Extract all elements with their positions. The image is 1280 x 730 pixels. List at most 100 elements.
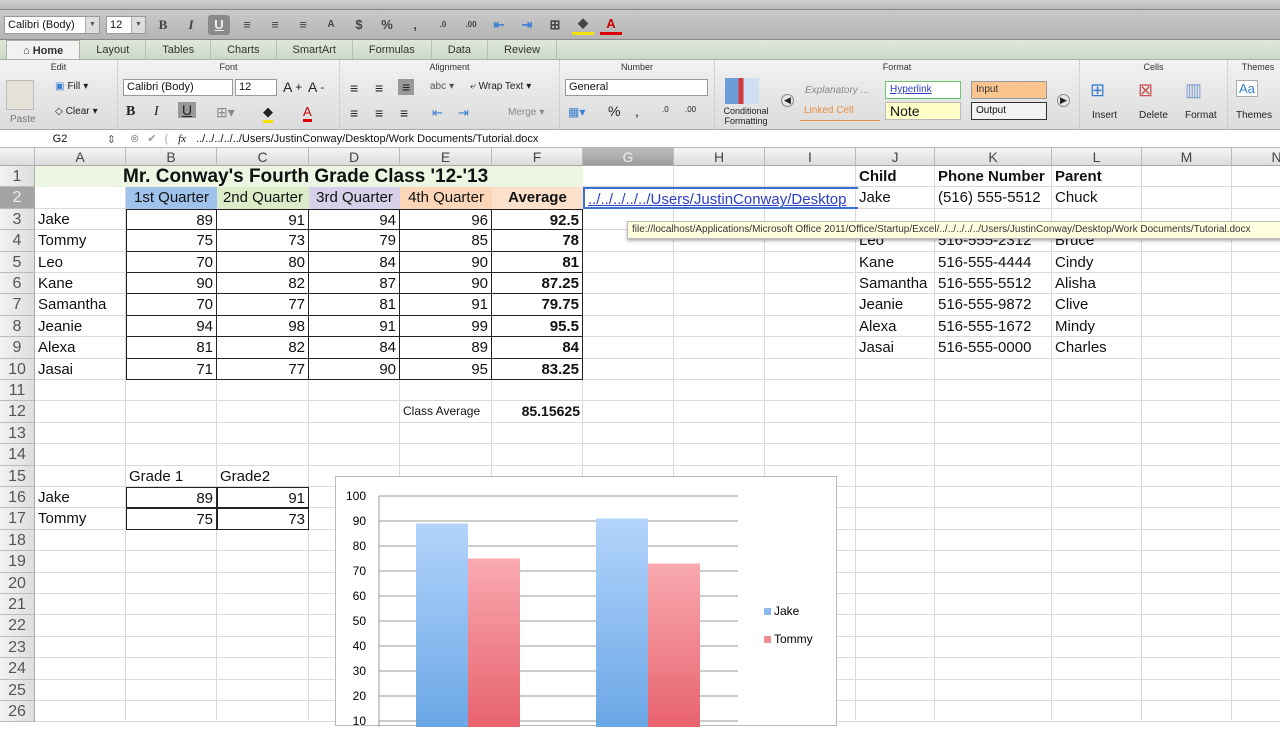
- row-header-24[interactable]: 24: [0, 658, 35, 680]
- insert-button[interactable]: Insert: [1092, 110, 1117, 121]
- fill-color-icon[interactable]: ◆: [263, 104, 273, 123]
- increase-decimal-icon[interactable]: .0: [662, 105, 669, 114]
- contact-child[interactable]: Samantha: [856, 273, 935, 294]
- contact-parent[interactable]: Clive: [1052, 294, 1142, 315]
- accounting-format-icon[interactable]: ▦▾: [568, 105, 585, 119]
- grade-cell[interactable]: 90: [400, 273, 492, 295]
- student-name[interactable]: Kane: [35, 273, 126, 294]
- grade-cell[interactable]: 82: [217, 273, 309, 295]
- ribbon-bold-button[interactable]: B: [126, 104, 135, 120]
- grade-cell[interactable]: 77: [217, 358, 309, 380]
- column-header-k[interactable]: K: [935, 148, 1052, 166]
- grade-cell[interactable]: 79: [309, 230, 400, 252]
- grade-cell[interactable]: 90: [126, 273, 217, 295]
- styles-prev-icon[interactable]: ◀: [781, 94, 794, 107]
- row-header-25[interactable]: 25: [0, 679, 35, 701]
- increase-decimal-icon[interactable]: .0: [432, 15, 454, 35]
- tab-home[interactable]: ⌂ Home: [6, 40, 81, 59]
- student-name[interactable]: Jeanie: [35, 316, 126, 337]
- tab-data[interactable]: Data: [432, 40, 488, 59]
- grade-cell[interactable]: 91: [217, 208, 309, 231]
- row-header-4[interactable]: 4: [0, 230, 35, 252]
- grade-cell[interactable]: 94: [126, 315, 217, 338]
- align-middle-icon[interactable]: ≡: [375, 80, 383, 96]
- quarter-header[interactable]: 3rd Quarter: [309, 187, 400, 209]
- align-bottom-icon[interactable]: ≡: [398, 79, 415, 95]
- grade-cell[interactable]: 81: [126, 337, 217, 359]
- column-header-l[interactable]: L: [1052, 148, 1142, 166]
- shrink-font-icon[interactable]: A-: [308, 79, 324, 95]
- contact-phone[interactable]: 516-555-1672: [935, 316, 1052, 337]
- quarter-header[interactable]: 1st Quarter: [126, 187, 217, 209]
- row-header-21[interactable]: 21: [0, 594, 35, 616]
- column-header-a[interactable]: A: [35, 148, 126, 166]
- grade-cell[interactable]: 81: [309, 294, 400, 316]
- font-size-select[interactable]: 12 ▼: [106, 15, 146, 34]
- font-name-select[interactable]: Calibri (Body) ▼: [4, 15, 100, 34]
- tab-formulas[interactable]: Formulas: [353, 40, 432, 59]
- grow-font-icon[interactable]: A +: [283, 79, 302, 95]
- function-paren-icon[interactable]: (: [164, 133, 168, 145]
- contacts-header[interactable]: Child: [856, 166, 935, 187]
- row-header-3[interactable]: 3: [0, 208, 35, 231]
- contact-parent[interactable]: Charles: [1052, 337, 1142, 358]
- row-header-7[interactable]: 7: [0, 294, 35, 316]
- row-header-22[interactable]: 22: [0, 615, 35, 637]
- bold-button[interactable]: B: [152, 15, 174, 35]
- grade-cell[interactable]: 98: [217, 315, 309, 338]
- themes-button[interactable]: Themes: [1236, 110, 1272, 121]
- select-all-corner[interactable]: [0, 148, 35, 166]
- contact-phone[interactable]: (516) 555-5512: [935, 187, 1052, 208]
- font-color-icon[interactable]: A: [303, 104, 312, 122]
- ribbon-font-size[interactable]: 12: [235, 79, 277, 96]
- contacts-header[interactable]: Phone Number: [935, 166, 1052, 187]
- average-cell[interactable]: 87.25: [492, 273, 583, 295]
- contacts-header[interactable]: Parent: [1052, 166, 1142, 187]
- percent-button[interactable]: %: [376, 15, 398, 35]
- contact-child[interactable]: Kane: [856, 252, 935, 273]
- student-name[interactable]: Samantha: [35, 294, 126, 315]
- align-left-icon[interactable]: ≡: [350, 105, 358, 121]
- grade-cell[interactable]: 91: [309, 315, 400, 338]
- small-table-header[interactable]: Grade2: [217, 466, 309, 487]
- italic-button[interactable]: I: [180, 15, 202, 35]
- style-input[interactable]: Input: [971, 81, 1047, 99]
- contact-parent[interactable]: Alisha: [1052, 273, 1142, 294]
- row-header-19[interactable]: 19: [0, 551, 35, 573]
- grade-cell[interactable]: 85: [400, 230, 492, 252]
- decrease-decimal-icon[interactable]: .00: [685, 105, 696, 114]
- column-header-j[interactable]: J: [856, 148, 935, 166]
- small-table-value[interactable]: 89: [126, 487, 217, 509]
- conditional-formatting-button[interactable]: Conditional Formatting: [718, 106, 774, 126]
- grade-cell[interactable]: 96: [400, 208, 492, 231]
- class-average-label[interactable]: Class Average: [400, 401, 492, 422]
- align-center-icon[interactable]: ≡: [264, 15, 286, 35]
- fx-icon[interactable]: fx: [178, 133, 186, 145]
- ribbon-underline-button[interactable]: U: [178, 102, 197, 118]
- student-name[interactable]: Alexa: [35, 337, 126, 358]
- bar-chart[interactable]: 100 90 80 70 60 50 40 30 20 10 Jake Tommy: [335, 476, 837, 728]
- column-header-n[interactable]: N: [1232, 148, 1280, 166]
- enter-icon[interactable]: ✔: [147, 132, 156, 145]
- grade-cell[interactable]: 94: [309, 208, 400, 231]
- format-cells-icon[interactable]: ▥: [1185, 80, 1202, 101]
- grade-cell[interactable]: 91: [400, 294, 492, 316]
- small-table-name[interactable]: Jake: [35, 487, 126, 508]
- quarter-header[interactable]: Average: [492, 187, 583, 209]
- grade-cell[interactable]: 71: [126, 358, 217, 380]
- grade-cell[interactable]: 77: [217, 294, 309, 316]
- align-right-icon[interactable]: ≡: [292, 15, 314, 35]
- style-note[interactable]: Note: [885, 102, 961, 120]
- contact-child[interactable]: Jake: [856, 187, 935, 208]
- row-header-12[interactable]: 12: [0, 401, 35, 423]
- grade-cell[interactable]: 89: [126, 208, 217, 231]
- column-header-f[interactable]: F: [492, 148, 583, 166]
- hyperlink-cell[interactable]: ../../../../../Users/JustinConway/Deskto…: [583, 187, 858, 209]
- average-cell[interactable]: 83.25: [492, 358, 583, 380]
- style-linked-cell[interactable]: Linked Cell: [800, 103, 880, 121]
- grade-cell[interactable]: 89: [400, 337, 492, 359]
- text-orient-icon[interactable]: A: [320, 15, 342, 35]
- average-cell[interactable]: 84: [492, 337, 583, 359]
- column-header-i[interactable]: I: [765, 148, 856, 166]
- quarter-header[interactable]: 4th Quarter: [400, 187, 492, 209]
